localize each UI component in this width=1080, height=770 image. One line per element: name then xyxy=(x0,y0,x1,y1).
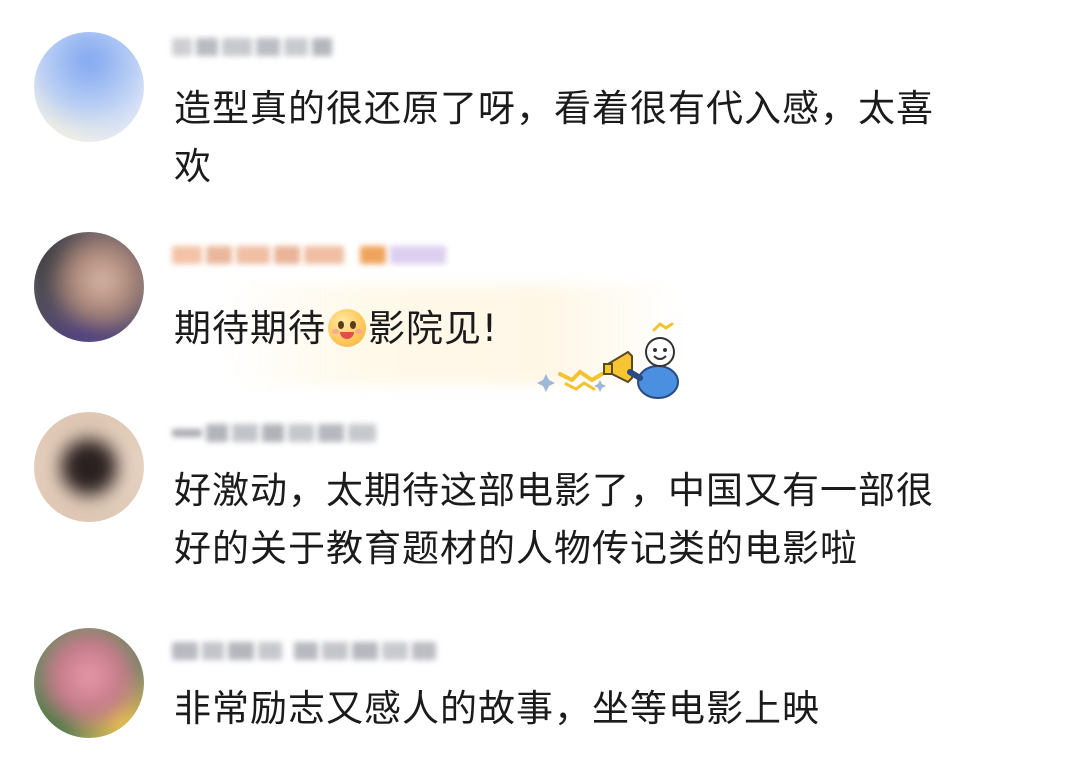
comment-text-line: 非常励志又感人的故事，坐等电影上映 xyxy=(174,687,820,730)
comment-text-line: 造型真的很还原了呀，看着很有代入感，太喜 xyxy=(174,87,934,130)
comment-item: 造型真的很还原了呀，看着很有代入感，太喜 欢 xyxy=(0,0,1080,210)
comment-text-line: 好的关于教育题材的人物传记类的电影啦 xyxy=(174,527,858,570)
sparkle-icon xyxy=(537,374,555,392)
comment-text-line: 好激动，太期待这部电影了，中国又有一部很 xyxy=(174,469,934,512)
user-avatar[interactable] xyxy=(34,628,144,738)
cheering-megaphone-sticker-icon xyxy=(537,322,679,399)
user-avatar[interactable] xyxy=(34,32,144,142)
username-blurred[interactable] xyxy=(172,634,436,668)
comment-text: 非常励志又感人的故事，坐等电影上映 xyxy=(174,680,1034,738)
comment-text-segment: 影院见! xyxy=(368,307,498,350)
comment-text: 好激动，太期待这部电影了，中国又有一部很 好的关于教育题材的人物传记类的电影啦 xyxy=(174,462,1034,578)
comment-item: 期待期待 影院见! xyxy=(0,210,1080,400)
comment-item: 非常励志又感人的故事，坐等电影上映 xyxy=(0,600,1080,770)
comment-item: 好激动，太期待这部电影了，中国又有一部很 好的关于教育题材的人物传记类的电影啦 xyxy=(0,400,1080,600)
comment-text-segment: 期待期待 xyxy=(174,307,326,350)
username-blurred[interactable] xyxy=(172,30,332,64)
user-avatar[interactable] xyxy=(34,412,144,522)
username-blurred[interactable] xyxy=(172,238,446,272)
comment-text-line: 欢 xyxy=(174,145,212,188)
grinning-face-emoji-icon xyxy=(328,309,366,347)
username-blurred[interactable] xyxy=(172,416,376,450)
user-avatar[interactable] xyxy=(34,232,144,342)
comment-text: 造型真的很还原了呀，看着很有代入感，太喜 欢 xyxy=(174,80,1034,196)
